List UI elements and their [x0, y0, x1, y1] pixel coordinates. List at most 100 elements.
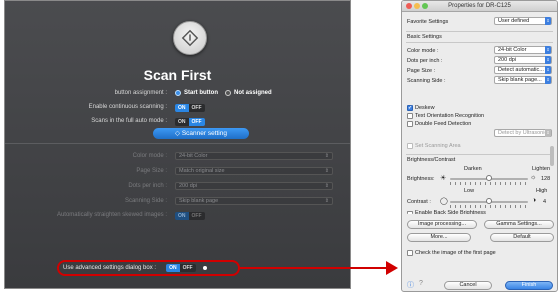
separator — [406, 31, 553, 32]
chevron-down-icon: ⇕ — [545, 17, 551, 25]
auto-mode-label: Scans in the full auto mode : — [91, 118, 167, 124]
scanning-side-label: Scanning Side : — [124, 198, 167, 204]
check-first-page-label: Check the image of the first page — [415, 250, 496, 256]
straighten-toggle[interactable]: ON OFF — [175, 212, 205, 220]
sun-light-icon: ☼ — [530, 174, 537, 181]
toggle-on[interactable]: ON — [175, 212, 189, 220]
dpi-select[interactable]: 200 dpi ⇕ — [494, 56, 552, 64]
check-first-page-checkbox[interactable] — [407, 250, 413, 256]
toggle-on[interactable]: ON — [175, 104, 189, 112]
properties-window: Properties for DR-C125 Favorite Settings… — [401, 0, 558, 292]
straighten-label: Automatically straighten skewed images : — [56, 212, 167, 218]
divider — [5, 143, 350, 144]
gear-icon: ◇ — [175, 130, 182, 137]
scrollbar[interactable] — [550, 146, 554, 166]
advanced-settings-label: Use advanced settings dialog box : — [63, 265, 157, 271]
basic-settings-heading: Basic Settings — [407, 34, 442, 40]
separator — [406, 42, 553, 43]
text-orientation-checkbox[interactable] — [407, 113, 413, 119]
window-title: Properties for DR-C125 — [448, 3, 511, 9]
default-button[interactable]: Default — [490, 233, 554, 242]
chevron-down-icon: ⇕ — [324, 198, 329, 204]
high-label: High — [536, 188, 548, 194]
contrast-low-icon: ◯ — [440, 198, 448, 205]
toggle-on[interactable]: ON — [166, 264, 180, 272]
brightness-knob[interactable] — [486, 175, 492, 181]
contrast-value: 4 — [543, 199, 547, 205]
sun-dark-icon: ☀ — [440, 175, 447, 182]
color-mode-label: Color mode : — [407, 48, 439, 54]
chevron-down-icon: ⇕ — [545, 76, 551, 84]
color-mode-select[interactable]: 24-bit Color ⇕ — [175, 152, 333, 160]
deskew-label: Deskew — [415, 105, 435, 111]
button-assignment-label: button assignment : — [114, 90, 167, 96]
page-size-label: Page Size : — [136, 168, 167, 174]
contrast-knob[interactable] — [486, 198, 492, 204]
info-icon[interactable]: ⓘ — [407, 280, 414, 290]
brightness-contrast-heading: Brightness/Contrast — [407, 157, 456, 163]
darken-label: Darken — [464, 166, 482, 172]
favorite-select[interactable]: User defined ⇕ — [494, 17, 552, 25]
chevron-down-icon: ⇕ — [324, 153, 329, 159]
scan-start-icon[interactable] — [173, 21, 207, 55]
arrow-line — [240, 267, 388, 269]
image-processing-button[interactable]: Image processing... — [407, 220, 477, 229]
text-orientation-label: Text Orientation Recognition — [415, 113, 485, 119]
toggle-off[interactable]: OFF — [188, 118, 205, 126]
chevron-down-icon: ⇕ — [545, 56, 551, 64]
contrast-ticks — [450, 205, 528, 208]
scanning-side-select[interactable]: Skip blank page ⇕ — [175, 197, 333, 205]
panel-title: Scan First — [143, 67, 212, 83]
detect-by-select[interactable]: Detect by Ultrasonic ⇕ — [494, 129, 552, 137]
color-mode-select[interactable]: 24-bit Color ⇕ — [494, 46, 552, 54]
brightness-value: 128 — [541, 176, 551, 182]
arrow-head-icon — [386, 261, 398, 275]
auto-mode-toggle[interactable]: ON OFF — [175, 118, 205, 126]
toggle-on[interactable]: ON — [175, 118, 189, 126]
dpi-select[interactable]: 200 dpi ⇕ — [175, 182, 333, 190]
double-feed-checkbox[interactable] — [407, 121, 413, 127]
start-button-option[interactable]: Start button — [184, 90, 218, 96]
help-icon[interactable]: ? — [419, 280, 423, 287]
page-size-select[interactable]: Match original size ⇕ — [175, 167, 333, 175]
double-feed-label: Double Feed Detection — [415, 121, 472, 127]
advanced-settings-toggle[interactable]: ON OFF — [166, 264, 196, 272]
chevron-down-icon: ⇕ — [545, 129, 551, 137]
gamma-settings-button[interactable]: Gamma Settings... — [484, 220, 554, 229]
dpi-label: Dots per inch : — [128, 183, 167, 189]
not-assigned-radio-icon[interactable] — [225, 90, 231, 96]
set-scanning-area-label: Set Scanning Area — [415, 143, 461, 149]
toggle-off[interactable]: OFF — [188, 104, 205, 112]
chevron-down-icon: ⇕ — [324, 183, 329, 189]
scan-first-panel: Scan First button assignment : Start but… — [4, 0, 351, 289]
toggle-off[interactable]: OFF — [179, 264, 196, 272]
low-label: Low — [464, 188, 475, 194]
title-bar[interactable]: Properties for DR-C125 — [402, 1, 557, 12]
continuous-scanning-toggle[interactable]: ON OFF — [175, 104, 205, 112]
separator — [406, 154, 553, 155]
more-button[interactable]: More... — [407, 233, 471, 242]
not-assigned-option[interactable]: Not assigned — [234, 90, 272, 96]
chevron-down-icon: ⇕ — [545, 66, 551, 74]
page-size-select[interactable]: Detect automatic... ⇕ — [494, 66, 552, 74]
cancel-button[interactable]: Cancel — [444, 281, 492, 290]
scanner-setting-button[interactable]: ◇ Scanner setting — [153, 128, 249, 139]
brightness-ticks — [450, 182, 528, 185]
deskew-checkbox[interactable]: ✓ — [407, 105, 413, 111]
brightness-label: Brightness: — [407, 176, 435, 182]
advanced-settings-row: Use advanced settings dialog box : ON OFF — [63, 264, 207, 272]
back-side-checkbox[interactable] — [407, 211, 413, 214]
color-mode-label: Color mode : — [132, 153, 167, 159]
continuous-scanning-label: Enable continuous scanning : — [88, 104, 167, 110]
finish-button[interactable]: Finish — [505, 281, 553, 290]
favorite-label: Favorite Settings — [407, 19, 449, 25]
page-size-label: Page Size : — [407, 68, 436, 74]
chevron-down-icon: ⇕ — [324, 168, 329, 174]
start-diamond-icon — [181, 29, 199, 47]
toggle-off[interactable]: OFF — [188, 212, 205, 220]
scanning-side-label: Scanning Side : — [407, 78, 446, 84]
settings-dot-icon — [202, 266, 207, 270]
set-scanning-area-checkbox[interactable] — [407, 143, 413, 149]
scanning-side-select[interactable]: Skip blank page... ⇕ — [494, 76, 552, 84]
start-button-radio-icon[interactable] — [175, 90, 181, 96]
